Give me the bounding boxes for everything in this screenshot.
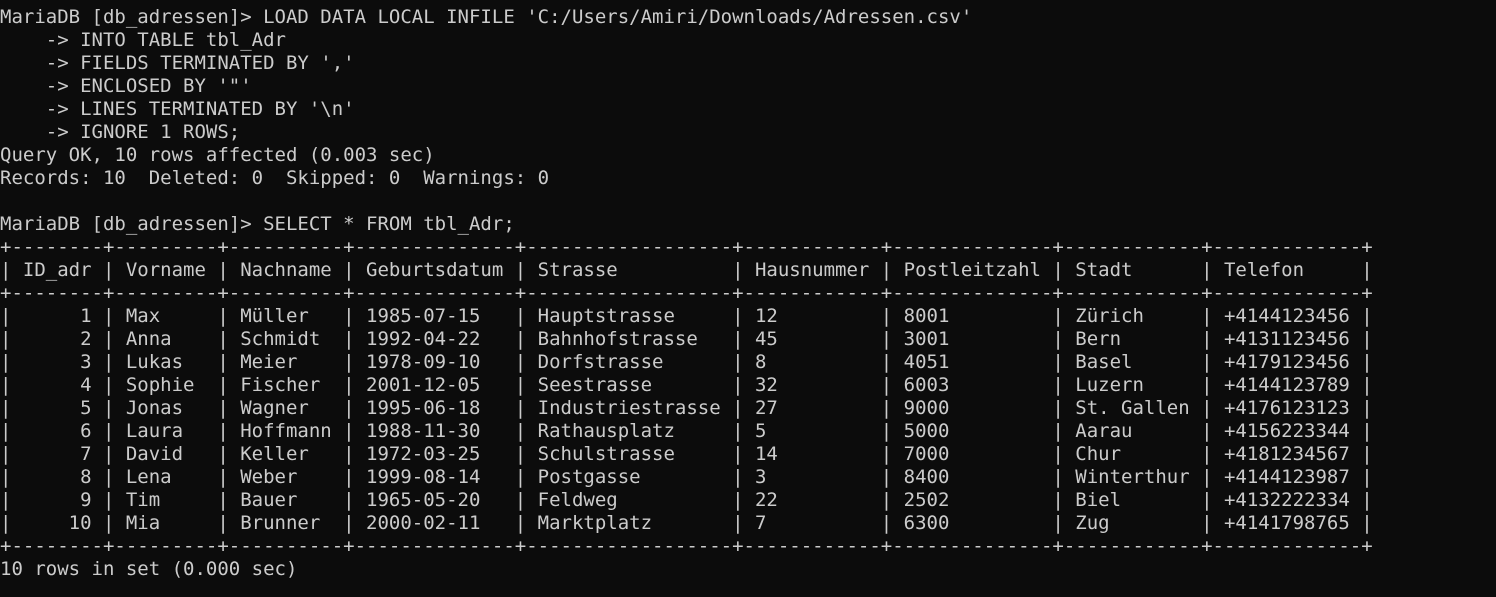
load-data-prompt-line: MariaDB [db_adressen]> LOAD DATA LOCAL I… [0, 6, 973, 28]
table-row: | 2 | Anna | Schmidt | 1992-04-22 | Bahn… [0, 328, 1373, 350]
table-row: | 7 | David | Keller | 1972-03-25 | Schu… [0, 443, 1373, 465]
continuation-line-ignore-rows: -> IGNORE 1 ROWS; [0, 121, 241, 143]
table-row: | 1 | Max | Müller | 1985-07-15 | Haupts… [0, 305, 1373, 327]
table-row: | 6 | Laura | Hoffmann | 1988-11-30 | Ra… [0, 420, 1373, 442]
continuation-line-into-table: -> INTO TABLE tbl_Adr [0, 29, 286, 51]
load-data-block: MariaDB [db_adressen]> LOAD DATA LOCAL I… [0, 6, 1496, 190]
select-prompt-line: MariaDB [db_adressen]> SELECT * FROM tbl… [0, 213, 515, 235]
table-row: | 5 | Jonas | Wagner | 1995-06-18 | Indu… [0, 397, 1373, 419]
table-border-bottom: +--------+---------+----------+---------… [0, 535, 1373, 557]
table-border-top: +--------+---------+----------+---------… [0, 236, 1373, 258]
table-row: | 10 | Mia | Brunner | 2000-02-11 | Mark… [0, 512, 1373, 534]
query-ok-status: Query OK, 10 rows affected (0.003 sec) [0, 144, 435, 166]
continuation-line-enclosed-by: -> ENCLOSED BY '"' [0, 75, 252, 97]
continuation-line-lines-terminated: -> LINES TERMINATED BY '\n' [0, 98, 355, 120]
records-summary: Records: 10 Deleted: 0 Skipped: 0 Warnin… [0, 167, 550, 189]
result-table: +--------+---------+----------+---------… [0, 236, 1496, 558]
result-summary: 10 rows in set (0.000 sec) [0, 558, 298, 580]
table-row: | 9 | Tim | Bauer | 1965-05-20 | Feldweg… [0, 489, 1373, 511]
continuation-line-fields-terminated: -> FIELDS TERMINATED BY ',' [0, 52, 355, 74]
table-row: | 8 | Lena | Weber | 1999-08-14 | Postga… [0, 466, 1373, 488]
table-border-header: +--------+---------+----------+---------… [0, 282, 1373, 304]
table-row: | 4 | Sophie | Fischer | 2001-12-05 | Se… [0, 374, 1373, 396]
table-row: | 3 | Lukas | Meier | 1978-09-10 | Dorfs… [0, 351, 1373, 373]
terminal-window[interactable]: MariaDB [db_adressen]> LOAD DATA LOCAL I… [0, 0, 1496, 597]
table-header-row: | ID_adr | Vorname | Nachname | Geburtsd… [0, 259, 1373, 281]
